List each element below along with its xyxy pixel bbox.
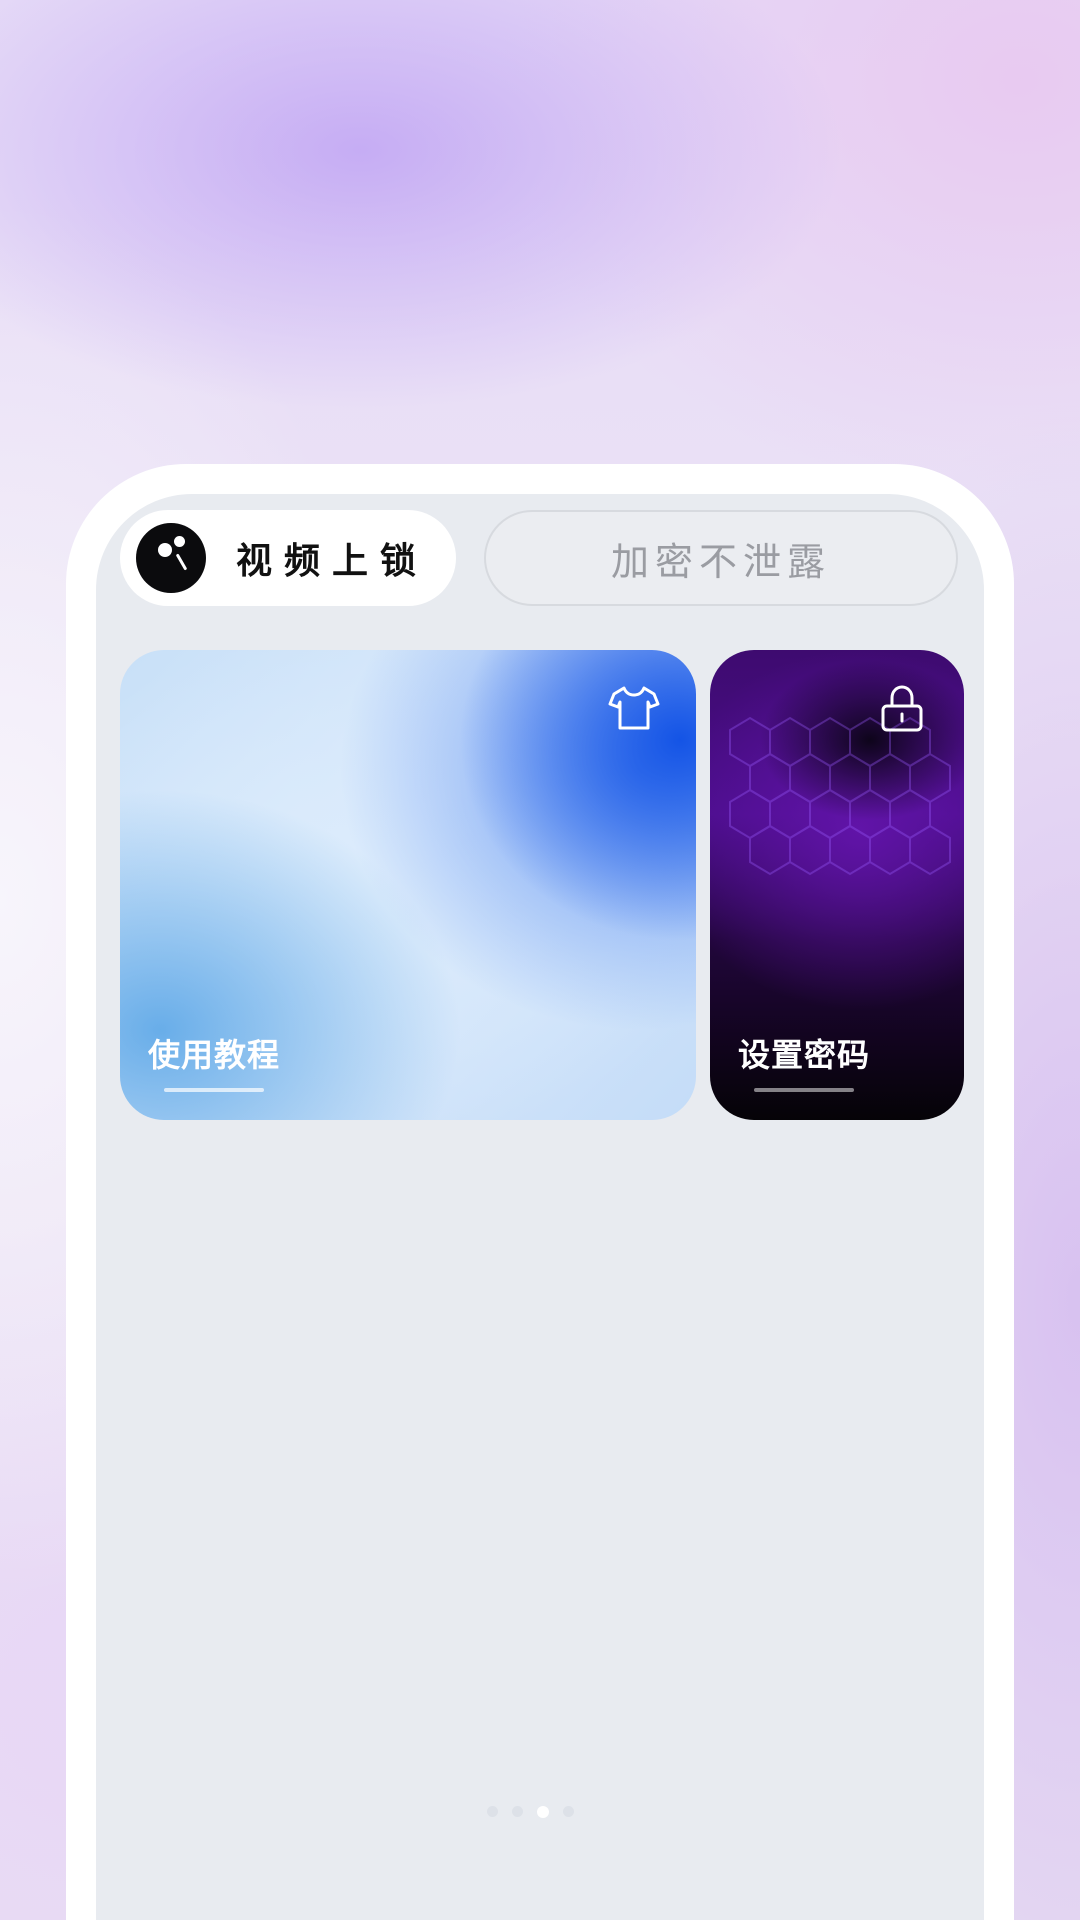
lock-icon [881, 685, 923, 732]
app-name: 视频上锁 [236, 541, 429, 582]
set-password-card-underline [754, 1088, 854, 1092]
page-dot[interactable] [486, 1806, 498, 1817]
page-dot-active[interactable] [536, 1806, 549, 1818]
hexagon-pattern [729, 716, 951, 876]
set-password-card[interactable]: 设置密码 [710, 650, 964, 1120]
set-password-card-title: 设置密码 [738, 1036, 871, 1074]
tagline-text: 加密不泄露 [610, 539, 831, 584]
tutorial-card-underline [164, 1088, 264, 1092]
tutorial-card[interactable]: 使用教程 [120, 650, 696, 1120]
tshirt-icon [608, 686, 660, 730]
tutorial-card-title: 使用教程 [148, 1036, 281, 1074]
app-logo-icon [136, 523, 206, 593]
widget-screen: 视频上锁 加密不泄露 使用教程 设置密码 [96, 494, 984, 1920]
page-dot[interactable] [562, 1806, 574, 1817]
app-badge[interactable]: 视频上锁 [120, 510, 456, 606]
page-dot[interactable] [511, 1806, 523, 1817]
page-indicator [96, 1806, 974, 1818]
tagline-pill: 加密不泄露 [484, 510, 958, 606]
